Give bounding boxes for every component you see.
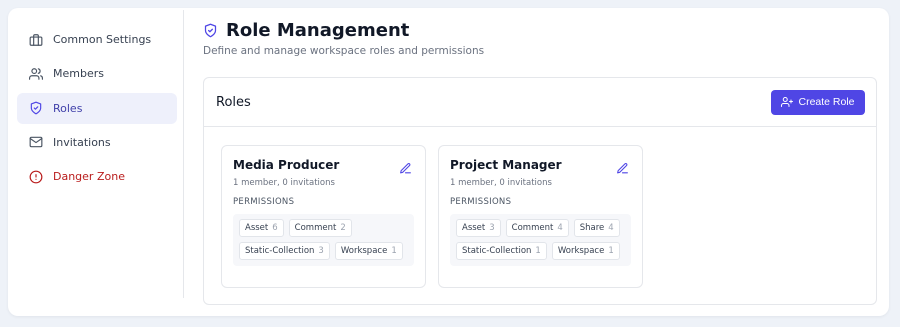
permissions-list: Asset 3 Comment 4 Share 4 Static-Collection… — [450, 214, 631, 266]
permission-name: Workspace — [557, 246, 605, 256]
sidebar-item-roles[interactable]: Roles — [17, 92, 177, 124]
sidebar-item-label: Common Settings — [53, 33, 152, 46]
permission-tag: Static-Collection 3 — [239, 242, 330, 260]
permission-count: 1 — [391, 246, 397, 256]
permission-name: Asset — [245, 223, 269, 233]
mail-icon — [29, 135, 43, 149]
sidebar-item-label: Invitations — [53, 135, 111, 149]
permission-name: Static-Collection — [462, 246, 532, 256]
permission-name: Comment — [294, 223, 337, 233]
permission-count: 4 — [608, 223, 614, 233]
alert-circle-icon — [29, 170, 43, 184]
users-icon — [29, 67, 43, 81]
permissions-label: PERMISSIONS — [233, 197, 295, 207]
page-subtitle: Define and manage workspace roles and pe… — [203, 45, 485, 57]
permission-tag: Workspace 1 — [551, 242, 620, 260]
permission-count: 1 — [535, 246, 541, 256]
sidebar-item-common-settings[interactable]: Common Settings — [17, 24, 177, 55]
user-plus-icon — [781, 96, 794, 108]
page-title-row: Role Management — [203, 20, 409, 41]
sidebar-item-label: Roles — [53, 101, 83, 115]
shield-icon — [29, 101, 43, 115]
permissions-list: Asset 6 Comment 2 Static-Collection 3 Works… — [233, 214, 414, 266]
role-name: Media Producer — [233, 158, 340, 172]
permission-count: 2 — [340, 223, 346, 233]
page-title: Role Management — [226, 20, 410, 41]
sidebar-item-label: Danger Zone — [53, 170, 125, 184]
sidebar-divider — [183, 10, 184, 298]
permission-tag: Asset 6 — [239, 219, 284, 237]
sidebar-item-invitations[interactable]: Invitations — [17, 127, 177, 158]
role-meta: 1 member, 0 invitations — [450, 178, 552, 188]
edit-icon[interactable] — [616, 162, 629, 175]
sidebar-item-label: Members — [53, 67, 104, 81]
role-card: Media Producer 1 member, 0 invitations P… — [221, 145, 426, 288]
sidebar-item-danger-zone[interactable]: Danger Zone — [17, 161, 177, 192]
edit-icon[interactable] — [399, 162, 412, 175]
roles-panel: Roles Create Role Media Producer 1 membe… — [203, 77, 877, 305]
sidebar-item-members[interactable]: Members — [17, 58, 177, 89]
roles-panel-title: Roles — [216, 94, 251, 110]
permissions-label: PERMISSIONS — [450, 197, 512, 207]
permission-count: 4 — [557, 223, 563, 233]
sidebar: Common Settings Members Roles Invitation… — [17, 17, 177, 195]
permission-tag: Workspace 1 — [334, 242, 403, 260]
permission-tag: Comment 2 — [288, 219, 352, 237]
permission-count: 3 — [318, 246, 324, 256]
permission-name: Static-Collection — [245, 246, 315, 256]
shield-check-icon — [203, 23, 218, 38]
permission-tag: Asset 3 — [456, 219, 501, 237]
permission-count: 3 — [489, 223, 495, 233]
role-name: Project Manager — [450, 158, 562, 172]
permission-name: Workspace — [340, 246, 388, 256]
role-meta: 1 member, 0 invitations — [233, 178, 335, 188]
permission-tag: Share 4 — [573, 219, 620, 237]
create-role-button[interactable]: Create Role — [771, 89, 865, 115]
permission-name: Asset — [462, 223, 486, 233]
permission-name: Comment — [511, 223, 554, 233]
briefcase-icon — [29, 33, 43, 47]
create-role-label: Create Role — [798, 96, 855, 108]
roles-panel-header: Roles Create Role — [204, 78, 876, 127]
permission-count: 1 — [608, 246, 614, 256]
permission-tag: Static-Collection 1 — [456, 242, 547, 260]
permission-name: Share — [579, 223, 605, 233]
permission-tag: Comment 4 — [505, 219, 569, 237]
permission-count: 6 — [272, 223, 278, 233]
role-card: Project Manager 1 member, 0 invitations … — [438, 145, 643, 288]
